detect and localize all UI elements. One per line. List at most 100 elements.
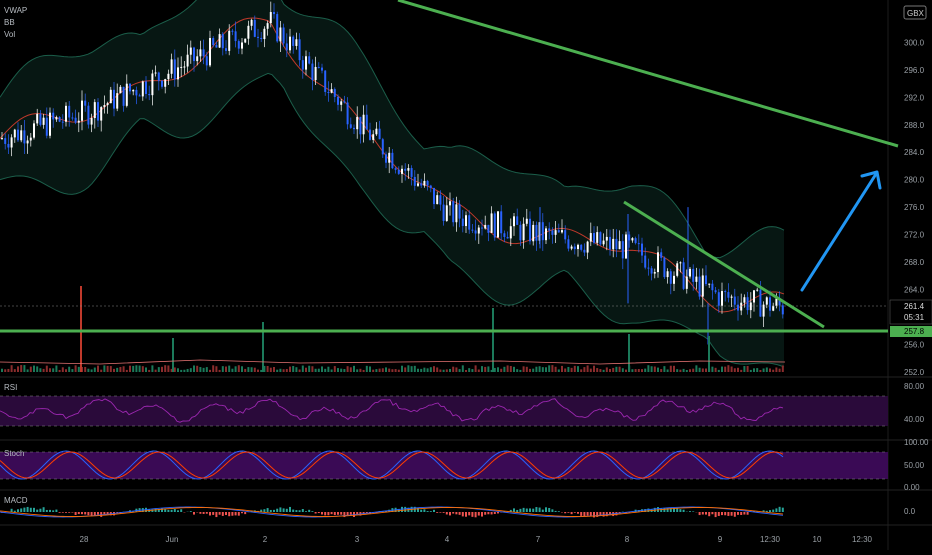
candle-body xyxy=(87,106,89,125)
candle-body xyxy=(68,106,70,118)
volume-bar xyxy=(254,368,256,372)
volume-bar xyxy=(11,365,13,372)
candle-body xyxy=(129,84,131,92)
candle-body xyxy=(711,284,713,291)
macd-histogram-bar xyxy=(193,512,195,515)
last-price-label: 261.4 xyxy=(904,302,925,311)
macd-histogram-bar xyxy=(532,509,534,512)
macd-histogram-bar xyxy=(459,512,461,515)
chart-canvas[interactable]: 304.0300.0296.0292.0288.0284.0280.0276.0… xyxy=(0,0,932,550)
candle-body xyxy=(84,101,86,106)
macd-histogram-bar xyxy=(225,512,227,515)
macd-histogram-bar xyxy=(772,510,774,512)
volume-bar xyxy=(225,367,227,372)
macd-histogram-bar xyxy=(36,510,38,512)
time-axis-label: 28 xyxy=(80,535,89,544)
candle-body xyxy=(519,225,521,240)
candle-body xyxy=(465,215,467,226)
candle-body xyxy=(174,59,176,79)
macd-histogram-bar xyxy=(743,512,745,515)
candle-body xyxy=(395,168,397,170)
candle-body xyxy=(164,79,166,87)
volume-bar xyxy=(676,369,678,372)
candle-body xyxy=(379,129,381,140)
volume-bar xyxy=(388,369,390,372)
macd-histogram-bar xyxy=(190,511,192,512)
candle-body xyxy=(561,230,563,232)
candle-body xyxy=(107,103,109,105)
volume-bar xyxy=(731,367,733,372)
volume-bar xyxy=(452,367,454,372)
macd-histogram-bar xyxy=(267,508,269,512)
candle-body xyxy=(148,94,150,95)
volume-spike xyxy=(492,308,494,372)
candle-body xyxy=(638,243,640,244)
candle-body xyxy=(398,170,400,174)
volume-bar xyxy=(103,365,105,372)
candle-body xyxy=(110,90,112,103)
volume-bar xyxy=(775,367,777,372)
macd-histogram-bar xyxy=(55,510,57,512)
candle-body xyxy=(190,48,192,55)
volume-bar xyxy=(363,370,365,372)
legend-vwap[interactable]: VWAP xyxy=(4,6,27,15)
candle-body xyxy=(619,241,621,249)
macd-histogram-bar xyxy=(180,509,182,512)
volume-bar xyxy=(231,369,233,372)
candle-body xyxy=(59,117,61,122)
macd-histogram-bar xyxy=(78,512,80,514)
macd-histogram-bar xyxy=(11,509,13,512)
legend-vol[interactable]: Vol xyxy=(4,30,15,39)
macd-histogram-bar xyxy=(593,512,595,517)
candle-body xyxy=(4,138,6,144)
macd-histogram-bar xyxy=(430,511,432,512)
candle-body xyxy=(171,59,173,73)
macd-histogram-bar xyxy=(164,509,166,512)
volume-bar xyxy=(369,366,371,372)
macd-histogram-bar xyxy=(279,507,281,512)
candle-body xyxy=(315,67,317,80)
volume-bar xyxy=(529,369,531,372)
macd-histogram-bar xyxy=(740,512,742,515)
volume-bar xyxy=(641,369,643,372)
macd-histogram-bar xyxy=(705,512,707,515)
volume-bar xyxy=(484,367,486,372)
candle-body xyxy=(580,245,582,250)
macd-histogram-bar xyxy=(497,512,499,513)
price-tick-label: 292.0 xyxy=(904,93,925,102)
volume-bar xyxy=(222,366,224,372)
candle-body xyxy=(251,20,253,26)
candle-body xyxy=(388,153,390,163)
volume-bar xyxy=(190,368,192,372)
candle-body xyxy=(151,74,153,96)
macd-title: MACD xyxy=(4,496,28,505)
volume-bar xyxy=(510,366,512,372)
volume-bar xyxy=(439,369,441,372)
volume-bar xyxy=(398,370,400,372)
macd-histogram-bar xyxy=(449,512,451,515)
volume-bar xyxy=(311,366,313,372)
candle-body xyxy=(775,299,777,306)
volume-bar xyxy=(324,369,326,372)
macd-histogram-bar xyxy=(209,512,211,515)
volume-bar xyxy=(427,368,429,372)
candle-body xyxy=(439,195,441,204)
volume-bar xyxy=(644,369,646,372)
candle-body xyxy=(7,144,9,148)
candle-body xyxy=(359,117,361,134)
volume-bar xyxy=(145,367,147,372)
volume-bar xyxy=(87,369,89,372)
macd-histogram-bar xyxy=(779,507,781,512)
stoch-title: Stoch xyxy=(4,449,24,458)
volume-bar xyxy=(244,369,246,372)
candle-body xyxy=(769,297,771,310)
candle-body xyxy=(119,87,121,93)
macd-histogram-bar xyxy=(75,512,77,515)
candle-body xyxy=(363,115,365,135)
volume-bar xyxy=(577,366,579,372)
macd-histogram-bar xyxy=(49,510,51,512)
legend-bb[interactable]: BB xyxy=(4,18,15,27)
stoch-tick-100: 100.00 xyxy=(904,438,929,447)
volume-bar xyxy=(763,368,765,372)
candle-body xyxy=(615,239,617,249)
